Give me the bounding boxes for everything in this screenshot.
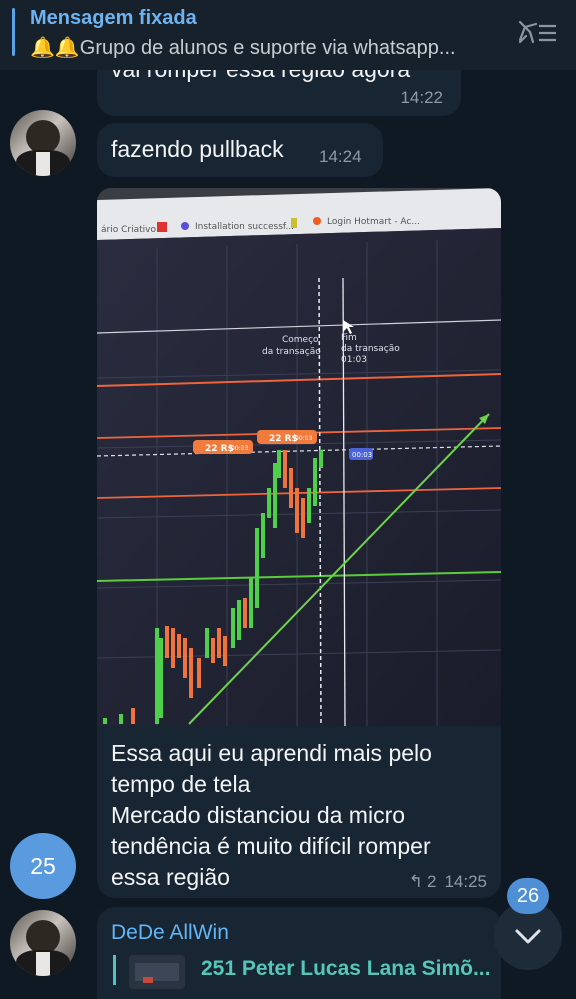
price-tag-time: 00:03 xyxy=(231,445,248,452)
candle xyxy=(267,488,271,518)
message-text: fazendo pullback xyxy=(111,136,284,162)
candle xyxy=(211,638,215,663)
chart-photo[interactable]: ário Criativo Installation successf... L… xyxy=(97,188,501,726)
price-tag-time: 00:03 xyxy=(295,435,312,442)
candle xyxy=(243,598,247,628)
caption-line: tendência é muito difícil romper xyxy=(111,833,431,859)
reply-thumbnail xyxy=(129,955,185,989)
candle xyxy=(319,450,323,468)
candle xyxy=(301,498,305,538)
candle xyxy=(313,458,317,506)
candle xyxy=(189,648,193,698)
candle xyxy=(119,714,123,724)
candle xyxy=(217,628,221,658)
message-bubble[interactable]: fazendo pullback 14:24 xyxy=(97,123,383,177)
caption-line: Mercado distanciou da micro xyxy=(111,802,406,828)
avatar[interactable] xyxy=(10,910,76,976)
browser-tab: Installation successf... xyxy=(195,222,294,232)
candle xyxy=(289,468,293,508)
pinned-message-bar[interactable]: Mensagem fixada 🔔🔔Grupo de alunos e supo… xyxy=(0,0,576,70)
chevron-down-icon xyxy=(515,929,541,944)
price-tag: 22 R$ xyxy=(205,444,234,454)
pinned-title: Mensagem fixada xyxy=(30,7,197,29)
start-label: da transação xyxy=(262,347,321,357)
unread-count-badge[interactable]: 25 xyxy=(10,833,76,899)
reply-count: 2 xyxy=(426,872,437,891)
candle xyxy=(307,488,311,523)
pinned-text: 🔔🔔Grupo de alunos e suporte via whatsapp… xyxy=(30,37,456,59)
candle xyxy=(223,636,227,666)
candle xyxy=(231,608,235,648)
candle xyxy=(273,463,277,528)
browser-tab: ário Criativo xyxy=(101,225,156,235)
message-time: 14:25 xyxy=(444,872,487,891)
caption-line: essa região xyxy=(111,864,230,890)
candle xyxy=(177,634,181,658)
candle xyxy=(261,513,265,558)
avatar[interactable] xyxy=(10,110,76,176)
candle xyxy=(205,628,209,658)
start-label: Começo xyxy=(282,335,319,345)
candle xyxy=(165,626,169,658)
new-messages-count: 26 xyxy=(507,878,549,914)
unpin-icon[interactable] xyxy=(516,18,558,48)
browser-tab: Login Hotmart - Ac... xyxy=(327,217,420,227)
candle xyxy=(277,450,281,478)
end-label: da transação xyxy=(341,344,400,354)
caption-line: Essa aqui eu aprendi mais pelo xyxy=(111,740,432,766)
message-time: 14:22 xyxy=(400,88,443,107)
candle xyxy=(159,638,163,718)
candle xyxy=(249,578,253,628)
reply-quote-text[interactable]: 251 Peter Lucas Lana Simõ... xyxy=(201,957,490,981)
reply-indicator xyxy=(113,955,116,985)
candle xyxy=(237,600,241,640)
end-label: Fim xyxy=(341,333,357,343)
candle xyxy=(255,528,259,608)
chart-photo-image: ário Criativo Installation successf... L… xyxy=(97,188,501,726)
sender-name[interactable]: DeDe AllWin xyxy=(111,921,229,945)
message-meta: ↰ 2 14:25 xyxy=(409,872,487,892)
candle xyxy=(131,708,135,724)
candle xyxy=(171,628,175,668)
price-axis-tag: 00:03 xyxy=(352,451,372,459)
candle xyxy=(155,628,159,724)
message-bubble[interactable]: DeDe AllWin 251 Peter Lucas Lana Simõ... xyxy=(97,907,501,999)
pinned-indicator xyxy=(12,8,15,56)
candle xyxy=(283,450,287,488)
candle xyxy=(295,488,299,533)
reply-arrow-icon: ↰ xyxy=(408,872,423,891)
photo-caption-bubble[interactable]: Essa aqui eu aprendi mais pelo tempo de … xyxy=(97,726,501,898)
price-tag: 22 R$ xyxy=(269,434,298,444)
candle xyxy=(197,658,201,688)
caption-line: tempo de tela xyxy=(111,771,251,797)
candle xyxy=(183,638,187,678)
end-label: 01:03 xyxy=(341,355,367,365)
message-time: 14:24 xyxy=(319,147,362,166)
candle xyxy=(103,718,107,724)
